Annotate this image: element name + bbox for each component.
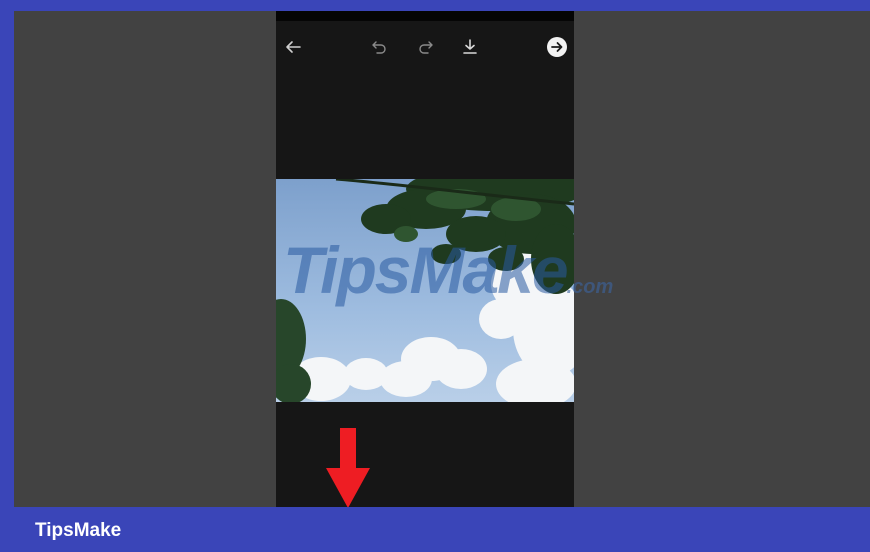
undo-icon[interactable] [365, 33, 393, 61]
editor-toolbar [276, 27, 574, 69]
photo-preview [276, 179, 574, 402]
next-arrow-icon[interactable] [543, 33, 571, 61]
download-icon[interactable] [456, 33, 484, 61]
red-arrow-annotation [326, 428, 370, 507]
status-bar [276, 11, 574, 21]
footer-bar: TipsMake [0, 507, 870, 552]
back-arrow-icon[interactable] [279, 33, 307, 61]
editor-bottom-panel [276, 402, 574, 507]
brand-label: TipsMake [35, 520, 122, 541]
redo-icon[interactable] [412, 33, 440, 61]
phone-screen [276, 11, 574, 507]
